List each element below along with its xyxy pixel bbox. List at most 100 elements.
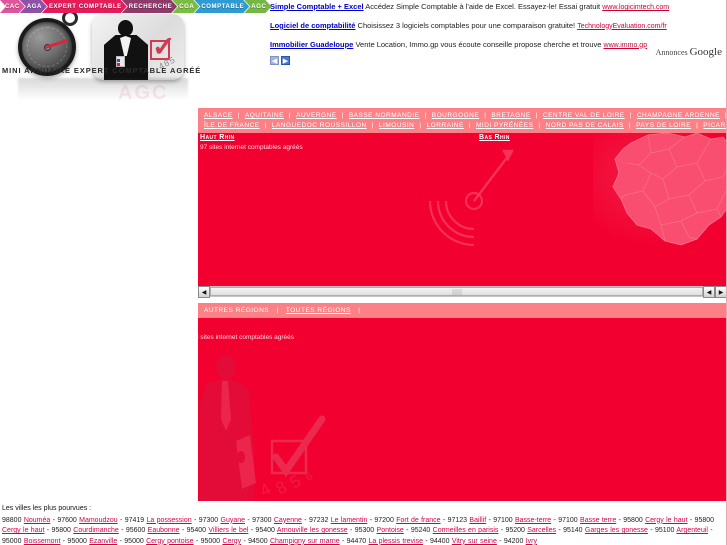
city-link[interactable]: Boissemont (24, 538, 61, 545)
city-zip: 95400 (255, 527, 277, 535)
city-separator: - (301, 516, 309, 524)
ads-brand-name: Google (689, 46, 722, 58)
city-link[interactable]: Sarcelles (527, 527, 556, 534)
region-link-champagne-ardenne[interactable]: CHAMPAGNE ARDENNE (637, 112, 720, 119)
city-zip: 95800 (694, 516, 715, 524)
ads-next-icon[interactable]: ▶ (281, 56, 290, 66)
city-link[interactable]: Guyane (221, 517, 246, 524)
france-map-icon (593, 133, 727, 250)
region-separator: | (341, 112, 344, 119)
city-link[interactable]: Pontoise (377, 527, 404, 534)
city-link[interactable]: Nouméa (24, 517, 50, 524)
city-link[interactable]: Basse terre (580, 517, 616, 524)
city-link[interactable]: Argenteuil (676, 527, 708, 534)
link-toutes-regions[interactable]: TOUTES RÉGIONS (286, 307, 351, 314)
city-separator: - (687, 516, 695, 524)
city-link[interactable]: Cergy (222, 538, 241, 545)
city-zip: 98800 (2, 516, 24, 524)
city-link[interactable]: Eaubonne (148, 527, 180, 534)
region-separator: | (468, 122, 471, 130)
region-link-bretagne[interactable]: BRETAGNE (491, 112, 530, 119)
city-link[interactable]: La plessis trevise (368, 538, 423, 545)
region-link-pays-de-loire[interactable]: PAYS DE LOIRE (636, 122, 691, 129)
region-separator: | (371, 122, 374, 130)
ad-description: Choisissez 3 logiciels comptables pour u… (355, 20, 578, 30)
city-link[interactable]: Mamoudzou (79, 517, 118, 524)
region-link-auvergne[interactable]: AUVERGNE (296, 112, 336, 119)
horizontal-scrollbar[interactable]: ◀ ◀ ▶ (198, 285, 727, 298)
ad-url-link[interactable]: TechnologyEvaluation.com/fr (577, 23, 667, 30)
region-link-basse-normandie[interactable]: BASSE NORMANDIE (349, 112, 420, 119)
city-link[interactable]: Basse-terre (515, 517, 551, 524)
scrollbar-track[interactable] (210, 286, 703, 297)
city-link[interactable]: Courdimanche (73, 527, 119, 534)
region-link-centre-val-de-loire[interactable]: CENTRE VAL DE LOIRE (543, 112, 625, 119)
ad-title-link[interactable]: Immobilier Guadeloupe (270, 40, 353, 49)
city-link[interactable]: Le lamentin (331, 517, 368, 524)
tab-expert-comptable[interactable]: EXPERT COMPTABLE (42, 0, 127, 13)
other-regions-panel: AUTRES RÉGIONS | TOUTES RÉGIONS | 8 site… (198, 303, 727, 501)
city-link[interactable]: Cormeilles en parisis (433, 527, 499, 534)
ad-url-link[interactable]: www.logicimtech.com (602, 4, 669, 11)
city-link[interactable]: Ivry (526, 538, 537, 545)
city-separator: - (422, 537, 430, 545)
tab-label: CAC (5, 3, 20, 10)
city-link[interactable]: Cergy le haut (2, 527, 44, 534)
city-link[interactable]: Vitry sur seine (452, 538, 497, 545)
city-link[interactable]: Cergy pontoise (146, 538, 193, 545)
city-link[interactable]: La possession (147, 517, 192, 524)
scroll-right-button-1[interactable]: ◀ (703, 286, 715, 298)
city-link[interactable]: Cergy le haut (645, 517, 687, 524)
region-link-languedoc-roussillon[interactable]: LANGUEDOC ROUSSILLON (272, 122, 367, 129)
city-link[interactable]: Villiers le bel (208, 527, 248, 534)
city-zip: 97100 (558, 516, 581, 524)
city-link[interactable]: Ezanville (89, 538, 117, 545)
region-link-picardie[interactable]: PICARDIE (703, 122, 727, 129)
ad-description: Vente Location, Immo.gp vous écoute cons… (353, 39, 604, 49)
city-link[interactable]: Fort de france (396, 517, 440, 524)
region-link--le-de-france[interactable]: ÎLE DE FRANCE (204, 122, 260, 129)
city-link[interactable]: Garges les gonesse (585, 527, 648, 534)
region-separator: | (484, 112, 487, 119)
city-separator: - (440, 516, 448, 524)
department-link-haut-rhin[interactable]: Haut Rhin (200, 134, 235, 141)
city-link[interactable]: Arnouville les gonesse (277, 527, 348, 534)
region-link-bourgogne[interactable]: BOURGOGNE (432, 112, 479, 119)
city-zip: 97600 (57, 516, 80, 524)
city-link[interactable]: Baillif (469, 517, 486, 524)
tab-cac[interactable]: CAC (0, 0, 25, 13)
city-zip: 97300 (198, 516, 221, 524)
region-separator: | (264, 122, 267, 130)
tab-label: RECHERCHE (128, 3, 173, 10)
ads-prev-icon[interactable]: ◀ (270, 56, 279, 66)
ad-title-link[interactable]: Logiciel de comptabilité (270, 21, 355, 30)
badge-dot-blue (117, 59, 120, 62)
region-separator: | (237, 112, 240, 119)
city-link[interactable]: Champigny sur marne (270, 538, 340, 545)
city-separator: - (647, 527, 655, 535)
scrollbar-right-buttons[interactable]: ◀ ▶ (703, 286, 727, 298)
city-link[interactable]: Cayenne (274, 517, 302, 524)
city-zip: 97100 (493, 516, 515, 524)
city-zip: 95800 (623, 516, 646, 524)
region-link-nord-pas-de-calais[interactable]: NORD PAS DE CALAIS (546, 122, 624, 129)
person-head-icon (118, 20, 133, 36)
ads-pagination[interactable]: ◀ ▶ (270, 56, 722, 66)
ad-url-link[interactable]: www.immo.gp (604, 42, 648, 49)
department-link-bas-rhin[interactable]: Bas Rhin (479, 134, 510, 141)
region-link-limousin[interactable]: LIMOUSIN (379, 122, 414, 129)
site-logo: ✓ 485 (0, 8, 200, 100)
city-zip: 97419 (124, 516, 147, 524)
dart-target-icon (416, 139, 526, 249)
scroll-left-button[interactable]: ◀ (198, 286, 210, 298)
tab-recherche[interactable]: RECHERCHE (122, 0, 177, 13)
tab-comptable[interactable]: COMPTABLE (194, 0, 249, 13)
city-zip: 95000 (200, 537, 223, 545)
region-link-alsace[interactable]: ALSACE (204, 112, 233, 119)
region-link-aquitaine[interactable]: AQUITAINE (245, 112, 284, 119)
region-link-lorraine[interactable]: LORRAINE (427, 122, 464, 129)
scrollbar-thumb[interactable] (210, 287, 703, 296)
city-zip: 97300 (252, 516, 274, 524)
region-link-midi-pyr-n-es[interactable]: MIDI PYRÉNÉES (476, 122, 533, 129)
region-panel: ALSACE | AQUITAINE | AUVERGNE | BASSE NORMANDI… (198, 108, 727, 285)
